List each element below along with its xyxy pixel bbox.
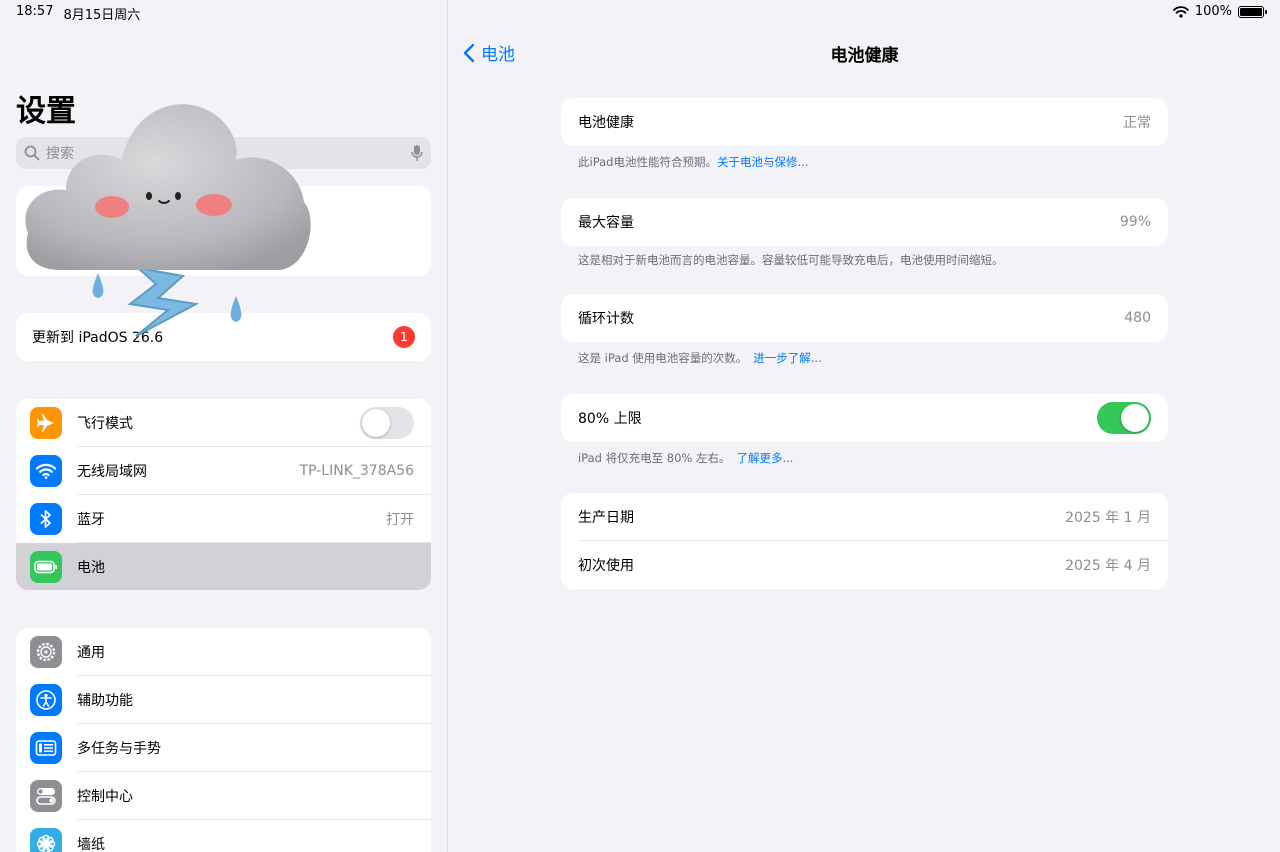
sidebar-item-airplane[interactable]: 飞行模式 xyxy=(16,399,431,447)
apple-account-card[interactable] xyxy=(16,186,431,276)
cycle-count-value: 480 xyxy=(1124,310,1151,326)
status-bar-right: 100% xyxy=(1172,4,1267,19)
control-center-icon xyxy=(30,780,62,812)
gear-icon xyxy=(30,636,62,668)
screen: 18:57 8月15日周六 设置 搜索 更新到 iPadOS 26.6 1 飞行… xyxy=(0,0,1280,852)
sidebar-item-wallpaper[interactable]: 墙纸 xyxy=(16,820,431,852)
maximum-capacity-label: 最大容量 xyxy=(578,215,634,231)
footnote-text: 这是 iPad 使用电池容量的次数。 xyxy=(578,351,748,365)
battery-health-footnote: 此iPad电池性能符合预期。关于电池与保修... xyxy=(578,154,808,170)
wifi-icon xyxy=(30,455,62,487)
battery-health-value: 正常 xyxy=(1123,115,1151,131)
cycle-count-card: 循环计数 480 xyxy=(561,294,1168,342)
sidebar-item-multitasking[interactable]: 多任务与手势 xyxy=(16,724,431,772)
charge-limit-toggle[interactable] xyxy=(1097,402,1151,434)
sidebar-item-label: 辅助功能 xyxy=(77,692,133,709)
search-field[interactable]: 搜索 xyxy=(16,137,431,169)
first-use-row: 初次使用 2025 年 4 月 xyxy=(561,541,1168,589)
sidebar-item-bluetooth[interactable]: 蓝牙 打开 xyxy=(16,495,431,543)
airplane-icon xyxy=(30,407,62,439)
sidebar-item-wifi[interactable]: 无线局域网 TP-LINK_378A56 xyxy=(16,447,431,495)
learn-more-link[interactable]: 进一步了解... xyxy=(753,351,821,365)
sidebar-item-label: 蓝牙 xyxy=(77,511,105,528)
manufacture-date-value: 2025 年 1 月 xyxy=(1065,510,1151,526)
battery-health-label: 电池健康 xyxy=(578,115,634,131)
learn-more-link[interactable]: 了解更多... xyxy=(737,451,794,465)
first-use-label: 初次使用 xyxy=(578,558,634,574)
status-bar-left: 18:57 8月15日周六 xyxy=(16,4,140,23)
status-time: 18:57 xyxy=(16,4,54,19)
battery-warranty-link[interactable]: 关于电池与保修... xyxy=(717,155,808,169)
software-update-label: 更新到 iPadOS 26.6 xyxy=(32,330,164,346)
footnote-text: iPad 将仅充电至 80% 左右。 xyxy=(578,451,731,465)
sidebar-item-label: 控制中心 xyxy=(77,788,133,805)
search-placeholder: 搜索 xyxy=(46,146,74,162)
maximum-capacity-value: 99% xyxy=(1119,214,1151,230)
sidebar-item-label: 墙纸 xyxy=(77,837,105,852)
sidebar-title: 设置 xyxy=(16,94,76,129)
wifi-network-value: TP-LINK_378A56 xyxy=(299,462,414,479)
cycle-count-row: 循环计数 480 xyxy=(561,294,1168,342)
multitasking-icon xyxy=(30,732,62,764)
wifi-icon xyxy=(1172,5,1189,18)
sidebar-item-general[interactable]: 通用 xyxy=(16,628,431,676)
sidebar-item-battery[interactable]: 电池 xyxy=(16,543,431,590)
page-title: 电池健康 xyxy=(830,46,899,66)
footnote-text: 此iPad电池性能符合预期。 xyxy=(578,155,717,169)
cycle-count-label: 循环计数 xyxy=(578,311,634,327)
accessibility-icon xyxy=(30,684,62,716)
toggle-knob xyxy=(1121,404,1149,432)
manufacture-date-row: 生产日期 2025 年 1 月 xyxy=(561,493,1168,541)
update-badge: 1 xyxy=(393,326,415,348)
bluetooth-value: 打开 xyxy=(386,511,414,528)
status-date: 8月15日周六 xyxy=(63,8,141,23)
battery-health-row[interactable]: 电池健康 正常 xyxy=(561,98,1168,146)
airplane-mode-toggle[interactable] xyxy=(360,406,414,439)
sidebar-item-control-center[interactable]: 控制中心 xyxy=(16,772,431,820)
battery-icon xyxy=(30,551,62,583)
battery-health-card: 电池健康 正常 xyxy=(561,98,1168,146)
battery-percentage: 100% xyxy=(1194,4,1232,19)
footnote-text: 这是相对于新电池而言的电池容量。容量较低可能导致充电后，电池使用时间缩短。 xyxy=(578,253,1004,267)
system-group: 通用 辅助功能 多任务与手势 控制中心 墙纸 xyxy=(16,628,431,852)
wallpaper-icon xyxy=(30,828,62,852)
toggle-knob xyxy=(362,408,390,437)
sidebar-item-label: 无线局域网 xyxy=(77,463,147,480)
microphone-icon[interactable] xyxy=(411,144,423,162)
maximum-capacity-card: 最大容量 99% xyxy=(561,198,1168,246)
battery-health-pane: 100% 电池 电池健康 电池健康 正常 此iPad电池性能符合预期。关于电池与… xyxy=(449,0,1280,852)
charge-limit-label: 80% 上限 xyxy=(578,411,642,427)
sidebar-item-label: 飞行模式 xyxy=(77,415,133,432)
connectivity-group: 飞行模式 无线局域网 TP-LINK_378A56 蓝牙 打开 电池 xyxy=(16,399,431,590)
bluetooth-icon xyxy=(30,503,62,535)
battery-level-fill xyxy=(1240,7,1262,16)
battery-indicator-icon xyxy=(1238,5,1267,18)
cycle-count-footnote: 这是 iPad 使用电池容量的次数。 进一步了解... xyxy=(578,350,822,366)
sidebar-item-label: 通用 xyxy=(77,644,105,661)
search-icon xyxy=(24,145,40,161)
sidebar-item-accessibility[interactable]: 辅助功能 xyxy=(16,676,431,724)
battery-dates-card: 生产日期 2025 年 1 月 初次使用 2025 年 4 月 xyxy=(561,493,1168,589)
charge-limit-footnote: iPad 将仅充电至 80% 左右。 了解更多... xyxy=(578,450,793,466)
maximum-capacity-row: 最大容量 99% xyxy=(561,198,1168,246)
capacity-footnote: 这是相对于新电池而言的电池容量。容量较低可能导致充电后，电池使用时间缩短。 xyxy=(578,252,1004,268)
charge-limit-card: 80% 上限 xyxy=(561,394,1168,442)
first-use-value: 2025 年 4 月 xyxy=(1065,558,1151,574)
sidebar-item-label: 多任务与手势 xyxy=(77,740,161,757)
manufacture-date-label: 生产日期 xyxy=(578,510,634,526)
software-update-row[interactable]: 更新到 iPadOS 26.6 1 xyxy=(16,313,431,361)
sidebar-item-label: 电池 xyxy=(77,560,105,576)
settings-sidebar: 18:57 8月15日周六 设置 搜索 更新到 iPadOS 26.6 1 飞行… xyxy=(0,0,448,852)
charge-limit-row: 80% 上限 xyxy=(561,394,1168,442)
